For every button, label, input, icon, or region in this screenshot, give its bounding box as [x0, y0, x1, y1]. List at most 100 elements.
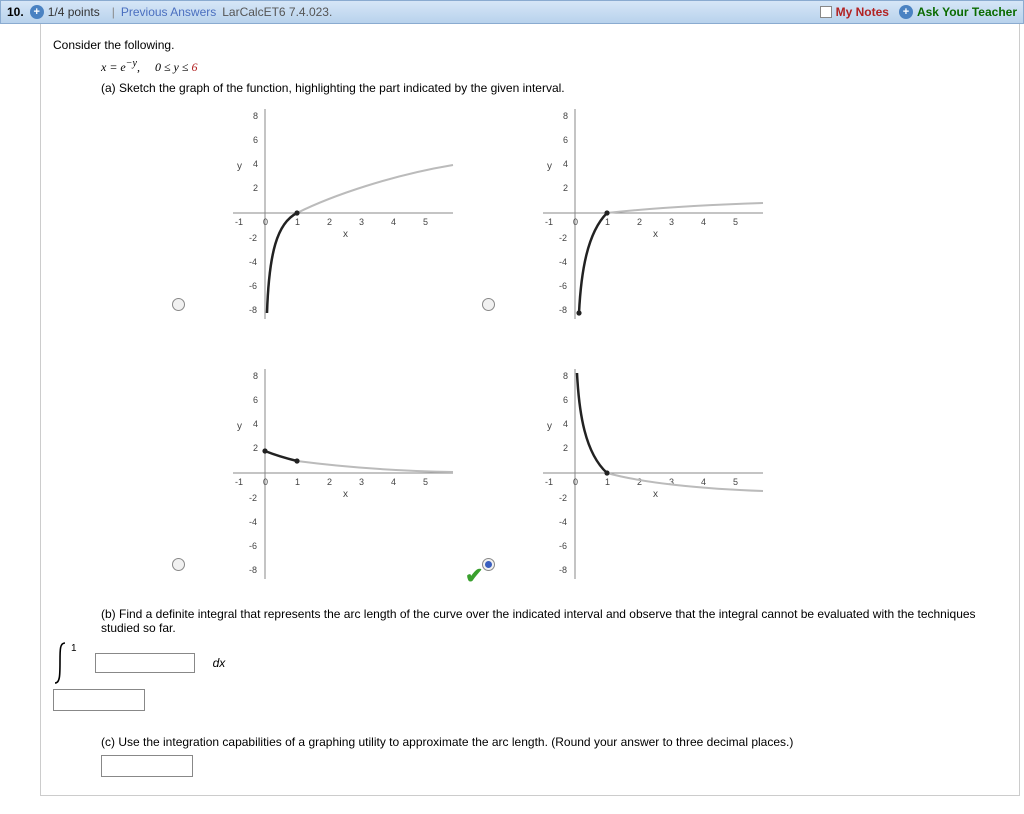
svg-text:-2: -2	[559, 233, 567, 243]
svg-text:2: 2	[253, 183, 258, 193]
part-b-text: (b) Find a definite integral that repres…	[101, 607, 981, 635]
svg-text:x: x	[653, 229, 658, 240]
svg-text:-1: -1	[545, 217, 553, 227]
svg-text:-4: -4	[249, 257, 257, 267]
svg-text:-6: -6	[559, 541, 567, 551]
svg-text:4: 4	[701, 217, 706, 227]
svg-text:4: 4	[253, 159, 258, 169]
integral-expression: 1 dx	[53, 641, 1007, 685]
svg-text:8: 8	[563, 371, 568, 381]
points-label: 1/4 points	[48, 5, 100, 19]
svg-text:8: 8	[563, 111, 568, 121]
svg-text:-8: -8	[249, 305, 257, 315]
part-a-text: (a) Sketch the graph of the function, hi…	[101, 81, 1007, 95]
graph-options: 8 6 4 2 -2 -4 -6 -8 -1 0 1 2 3 4	[113, 103, 1007, 583]
svg-text:3: 3	[359, 477, 364, 487]
svg-text:8: 8	[253, 111, 258, 121]
svg-text:4: 4	[563, 419, 568, 429]
svg-text:4: 4	[563, 159, 568, 169]
svg-text:-4: -4	[559, 257, 567, 267]
svg-text:0: 0	[263, 477, 268, 487]
svg-text:4: 4	[391, 477, 396, 487]
graph-option-4: ✔ 8 6 4 2 -2 -4 -6 -8 -1 0 1	[503, 363, 773, 583]
svg-text:1: 1	[295, 217, 300, 227]
ask-teacher-link[interactable]: Ask Your Teacher	[917, 5, 1017, 19]
radio-option-2[interactable]	[482, 298, 495, 311]
previous-answers-link[interactable]: Previous Answers	[121, 5, 216, 19]
graph-option-1: 8 6 4 2 -2 -4 -6 -8 -1 0 1 2 3 4	[193, 103, 463, 323]
expand-icon[interactable]: +	[899, 5, 913, 19]
graph-option-2: 8 6 4 2 -2 -4 -6 -8 -1 0 1 2 3 4 5	[503, 103, 773, 323]
question-body: Consider the following. x = e−y, 0 ≤ y ≤…	[40, 24, 1020, 796]
svg-text:5: 5	[733, 477, 738, 487]
svg-text:-6: -6	[249, 541, 257, 551]
svg-text:x: x	[343, 229, 348, 240]
svg-text:y: y	[547, 161, 552, 172]
svg-text:3: 3	[669, 217, 674, 227]
svg-text:-2: -2	[559, 493, 567, 503]
svg-text:6: 6	[563, 395, 568, 405]
expand-icon[interactable]: +	[30, 5, 44, 19]
radio-option-1[interactable]	[172, 298, 185, 311]
svg-text:-6: -6	[249, 281, 257, 291]
svg-text:-1: -1	[235, 477, 243, 487]
dx-label: dx	[213, 656, 226, 670]
svg-text:-6: -6	[559, 281, 567, 291]
svg-text:1: 1	[605, 217, 610, 227]
svg-text:-4: -4	[559, 517, 567, 527]
svg-text:x: x	[653, 489, 658, 500]
svg-text:-1: -1	[545, 477, 553, 487]
separator: |	[112, 5, 115, 19]
intro-text: Consider the following.	[53, 38, 1007, 52]
svg-text:2: 2	[563, 443, 568, 453]
svg-text:8: 8	[253, 371, 258, 381]
radio-option-4[interactable]	[482, 558, 495, 571]
svg-text:0: 0	[573, 477, 578, 487]
svg-text:2: 2	[253, 443, 258, 453]
svg-text:2: 2	[637, 477, 642, 487]
question-toolbar: 10. + 1/4 points | Previous Answers LarC…	[0, 0, 1024, 24]
svg-text:-1: -1	[235, 217, 243, 227]
svg-text:4: 4	[391, 217, 396, 227]
svg-text:y: y	[547, 421, 552, 432]
integral-symbol-icon	[53, 641, 69, 685]
question-number: 10.	[7, 5, 24, 19]
integral-lower-limit-input[interactable]	[53, 689, 145, 711]
svg-text:4: 4	[701, 477, 706, 487]
svg-text:5: 5	[733, 217, 738, 227]
svg-text:-4: -4	[249, 517, 257, 527]
svg-text:x: x	[343, 489, 348, 500]
svg-text:2: 2	[563, 183, 568, 193]
svg-text:1: 1	[295, 477, 300, 487]
correct-check-icon: ✔	[465, 563, 483, 589]
arc-length-answer-input[interactable]	[101, 755, 193, 777]
svg-text:-8: -8	[249, 565, 257, 575]
svg-text:-2: -2	[249, 493, 257, 503]
svg-text:-2: -2	[249, 233, 257, 243]
svg-text:6: 6	[253, 395, 258, 405]
svg-text:y: y	[237, 161, 242, 172]
svg-text:2: 2	[637, 217, 642, 227]
svg-text:5: 5	[423, 217, 428, 227]
svg-text:y: y	[237, 421, 242, 432]
notes-checkbox-icon[interactable]	[820, 6, 832, 18]
svg-text:2: 2	[327, 217, 332, 227]
svg-text:5: 5	[423, 477, 428, 487]
integrand-input[interactable]	[95, 653, 195, 673]
svg-text:-8: -8	[559, 565, 567, 575]
graph-option-3: 8 6 4 2 -2 -4 -6 -8 -1 0 1 2 3 4 5	[193, 363, 463, 583]
svg-text:-8: -8	[559, 305, 567, 315]
radio-option-3[interactable]	[172, 558, 185, 571]
svg-text:2: 2	[327, 477, 332, 487]
integral-upper-limit: 1	[71, 643, 77, 654]
my-notes-link[interactable]: My Notes	[836, 5, 889, 19]
svg-text:0: 0	[573, 217, 578, 227]
svg-text:6: 6	[253, 135, 258, 145]
part-c-text: (c) Use the integration capabilities of …	[101, 735, 981, 749]
equation: x = e−y, 0 ≤ y ≤ 6	[101, 58, 1007, 75]
svg-text:0: 0	[263, 217, 268, 227]
svg-text:4: 4	[253, 419, 258, 429]
svg-text:3: 3	[359, 217, 364, 227]
svg-text:1: 1	[605, 477, 610, 487]
textbook-source: LarCalcET6 7.4.023.	[222, 5, 332, 19]
